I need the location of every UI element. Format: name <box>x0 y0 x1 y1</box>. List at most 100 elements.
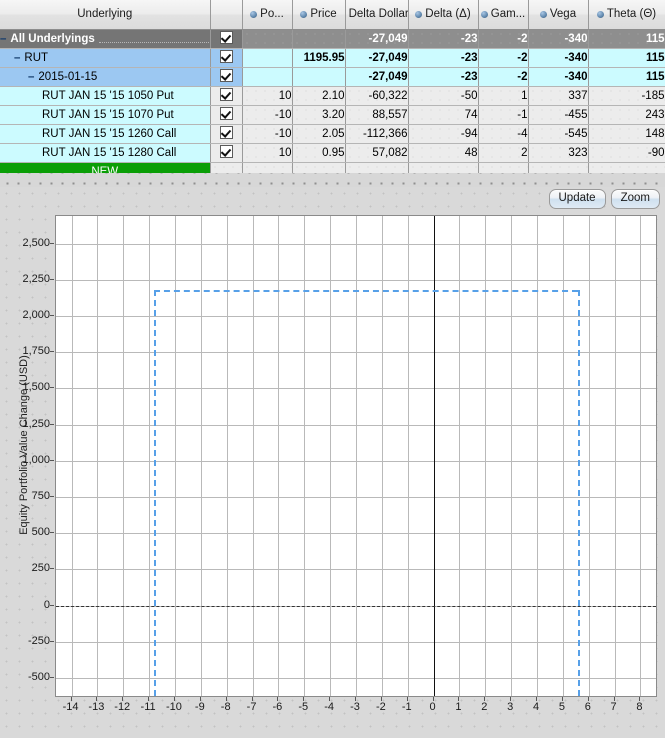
cell-value: 243 <box>645 108 665 121</box>
table-row[interactable]: – RUT 1195.95 -27,049 -23 -2 -340 115 <box>0 48 665 68</box>
row-theta-cell[interactable]: 115 <box>588 48 665 68</box>
panel-splitter[interactable] <box>0 173 665 188</box>
col-header-gamma[interactable]: Gam... <box>478 0 529 30</box>
row-vega-cell[interactable]: 337 <box>528 86 589 106</box>
col-header-theta[interactable]: Theta (Θ) <box>588 0 665 30</box>
x-axis-tick-label: -9 <box>194 701 205 713</box>
row-delta-dollars-cell[interactable]: -27,049 <box>345 48 409 68</box>
row-delta-cell[interactable]: -23 <box>408 48 479 68</box>
x-axis-tick-mark <box>510 697 512 701</box>
row-delta-cell[interactable]: -94 <box>408 124 479 144</box>
row-vega-cell[interactable]: -340 <box>528 29 589 49</box>
row-price-cell[interactable]: 2.05 <box>292 124 346 144</box>
col-header-delta[interactable]: Delta (Δ) <box>408 0 479 30</box>
row-price-cell[interactable] <box>292 67 346 87</box>
col-header-delta-dollars[interactable]: Delta Dollars <box>345 0 409 30</box>
checkbox-checked-icon[interactable] <box>219 68 233 82</box>
table-row[interactable]: RUT JAN 15 '15 1260 Call -10 2.05 -112,366 -… <box>0 124 665 144</box>
row-underlying-cell[interactable]: RUT JAN 15 '15 1070 Put <box>0 105 211 125</box>
row-position-cell[interactable] <box>242 67 293 87</box>
row-delta-dollars-cell[interactable]: -60,322 <box>345 86 409 106</box>
row-checkbox-cell[interactable] <box>210 124 243 144</box>
y-axis-tick-label: 2,250 <box>22 272 50 285</box>
row-position-cell[interactable]: -10 <box>242 124 293 144</box>
row-underlying-cell[interactable]: RUT JAN 15 '15 1260 Call <box>0 124 211 144</box>
checkbox-checked-icon[interactable] <box>219 144 233 158</box>
row-delta-cell[interactable]: 74 <box>408 105 479 125</box>
table-row[interactable]: – All Underlyings -27,049 -23 -2 -340 115 <box>0 29 665 49</box>
row-underlying-cell[interactable]: –2015-01-15 <box>0 67 211 87</box>
row-gamma-cell[interactable]: -2 <box>478 29 529 49</box>
row-position-cell[interactable] <box>242 29 293 49</box>
row-checkbox-cell[interactable] <box>210 67 243 87</box>
row-price-cell[interactable] <box>292 29 346 49</box>
row-label: RUT JAN 15 '15 1280 Call <box>42 146 177 159</box>
x-axis-tick-mark <box>122 697 124 701</box>
sort-dot-icon <box>596 10 604 18</box>
col-header-price[interactable]: Price <box>292 0 346 30</box>
row-theta-cell[interactable]: 115 <box>588 67 665 87</box>
plot-area[interactable] <box>55 215 657 697</box>
checkbox-checked-icon[interactable] <box>219 49 233 63</box>
row-theta-cell[interactable]: 243 <box>588 105 665 125</box>
row-gamma-cell[interactable]: -2 <box>478 48 529 68</box>
row-delta-dollars-cell[interactable]: 88,557 <box>345 105 409 125</box>
row-underlying-cell[interactable]: RUT JAN 15 '15 1280 Call <box>0 143 211 163</box>
row-price-cell[interactable]: 2.10 <box>292 86 346 106</box>
checkbox-checked-icon[interactable] <box>219 106 233 120</box>
row-position-cell[interactable]: 10 <box>242 86 293 106</box>
col-header-checkbox[interactable] <box>210 0 243 30</box>
row-underlying-cell[interactable]: RUT JAN 15 '15 1050 Put <box>0 86 211 106</box>
row-position-cell[interactable] <box>242 48 293 68</box>
expander-collapse-icon[interactable]: – <box>0 33 6 45</box>
row-theta-cell[interactable]: -185 <box>588 86 665 106</box>
row-checkbox-cell[interactable] <box>210 29 243 49</box>
row-gamma-cell[interactable]: 1 <box>478 86 529 106</box>
checkbox-checked-icon[interactable] <box>219 125 233 139</box>
row-underlying-cell[interactable]: – RUT <box>0 48 211 68</box>
expander-collapse-icon[interactable]: – <box>14 52 20 64</box>
row-gamma-cell[interactable]: -4 <box>478 124 529 144</box>
table-row[interactable]: RUT JAN 15 '15 1280 Call 10 0.95 57,082 48 2 3… <box>0 143 665 163</box>
row-delta-cell[interactable]: -50 <box>408 86 479 106</box>
x-axis-tick-label: 1 <box>455 701 462 713</box>
row-gamma-cell[interactable]: 2 <box>478 143 529 163</box>
row-price-cell[interactable]: 0.95 <box>292 143 346 163</box>
row-vega-cell[interactable]: 323 <box>528 143 589 163</box>
row-position-cell[interactable]: -10 <box>242 105 293 125</box>
row-checkbox-cell[interactable] <box>210 143 243 163</box>
col-header-vega[interactable]: Vega <box>528 0 589 30</box>
row-delta-dollars-cell[interactable]: 57,082 <box>345 143 409 163</box>
row-delta-dollars-cell[interactable]: -112,366 <box>345 124 409 144</box>
table-row[interactable]: –2015-01-15 -27,049 -23 -2 -340 115 <box>0 67 665 87</box>
row-underlying-cell[interactable]: – All Underlyings <box>0 29 211 49</box>
checkbox-checked-icon[interactable] <box>219 87 233 101</box>
row-delta-cell[interactable]: -23 <box>408 29 479 49</box>
row-position-cell[interactable]: 10 <box>242 143 293 163</box>
cell-value: 337 <box>568 89 588 102</box>
row-theta-cell[interactable]: 148 <box>588 124 665 144</box>
row-delta-dollars-cell[interactable]: -27,049 <box>345 67 409 87</box>
row-theta-cell[interactable]: 115 <box>588 29 665 49</box>
row-gamma-cell[interactable]: -1 <box>478 105 529 125</box>
checkbox-checked-icon[interactable] <box>219 30 233 44</box>
col-header-underlying[interactable]: Underlying <box>0 0 211 30</box>
row-vega-cell[interactable]: -545 <box>528 124 589 144</box>
row-vega-cell[interactable]: -340 <box>528 67 589 87</box>
table-row[interactable]: RUT JAN 15 '15 1070 Put -10 3.20 88,557 74 -1… <box>0 105 665 125</box>
row-checkbox-cell[interactable] <box>210 48 243 68</box>
row-delta-cell[interactable]: 48 <box>408 143 479 163</box>
expander-collapse-icon[interactable]: – <box>28 71 34 83</box>
row-vega-cell[interactable]: -340 <box>528 48 589 68</box>
col-header-position[interactable]: Po... <box>242 0 293 30</box>
row-theta-cell[interactable]: -90 <box>588 143 665 163</box>
table-row[interactable]: RUT JAN 15 '15 1050 Put 10 2.10 -60,322 -50 1… <box>0 86 665 106</box>
row-checkbox-cell[interactable] <box>210 86 243 106</box>
row-vega-cell[interactable]: -455 <box>528 105 589 125</box>
row-checkbox-cell[interactable] <box>210 105 243 125</box>
row-delta-dollars-cell[interactable]: -27,049 <box>345 29 409 49</box>
row-delta-cell[interactable]: -23 <box>408 67 479 87</box>
row-gamma-cell[interactable]: -2 <box>478 67 529 87</box>
row-price-cell[interactable]: 3.20 <box>292 105 346 125</box>
row-price-cell[interactable]: 1195.95 <box>292 48 346 68</box>
